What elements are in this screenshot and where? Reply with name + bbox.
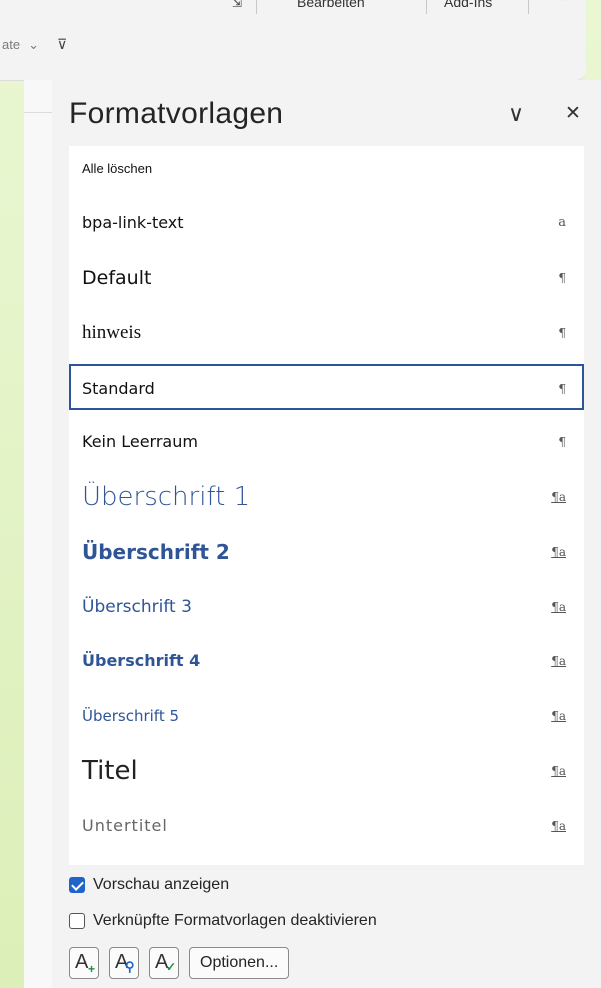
window-background xyxy=(0,0,24,988)
style-item-ueberschrift-5[interactable]: Überschrift 5 ¶a xyxy=(69,693,584,739)
tab-bearbeiten[interactable]: Bearbeiten xyxy=(297,0,365,10)
style-name: Überschrift 4 xyxy=(82,651,201,670)
style-name: Standard xyxy=(82,379,155,398)
style-item-ueberschrift-2[interactable]: Überschrift 2 ¶a xyxy=(69,529,584,575)
linked-styles-checkbox[interactable] xyxy=(69,913,85,929)
new-style-button[interactable]: A + xyxy=(69,947,99,979)
pane-footer-buttons: A + A ⚲ A ✓ Optionen... xyxy=(69,947,290,979)
style-name: Untertitel xyxy=(82,816,168,835)
style-name: Überschrift 5 xyxy=(82,707,180,725)
paragraph-style-icon: ¶ xyxy=(558,435,566,449)
tab-separator xyxy=(256,0,257,14)
style-item-ueberschrift-3[interactable]: Überschrift 3 ¶a xyxy=(69,584,584,630)
style-item-hinweis[interactable]: hinweis ¶ xyxy=(69,310,584,356)
plus-icon: + xyxy=(88,962,96,976)
style-item-bpa-link-text[interactable]: bpa-link-text a xyxy=(69,200,584,246)
ribbon: ⇲ Bearbeiten Add-Ins ⌃ ate ⌄ ⊽ xyxy=(0,0,586,81)
ribbon-tab-strip: ⇲ Bearbeiten Add-Ins ⌃ xyxy=(0,0,586,18)
style-item-standard[interactable]: Standard ¶ xyxy=(69,364,584,410)
paragraph-style-icon: ¶ xyxy=(558,271,566,285)
style-name: Kein Leerraum xyxy=(82,432,198,451)
linked-style-icon: ¶a xyxy=(551,764,566,778)
preview-checkbox-row[interactable]: Vorschau anzeigen xyxy=(69,876,229,894)
options-button[interactable]: Optionen... xyxy=(189,947,290,979)
style-item-untertitel[interactable]: Untertitel ¶a xyxy=(69,803,584,849)
new-style-icon: A xyxy=(75,951,89,973)
ruler-line xyxy=(24,112,52,113)
linked-style-icon: ¶a xyxy=(551,490,566,504)
style-name: bpa-link-text xyxy=(82,213,184,232)
style-item-ueberschrift-1[interactable]: Überschrift 1 ¶a xyxy=(69,474,584,520)
tab-separator xyxy=(528,0,529,14)
style-item-titel[interactable]: Titel ¶a xyxy=(69,748,584,794)
style-name: Default xyxy=(82,267,152,289)
preview-checkbox[interactable] xyxy=(69,877,85,893)
chevron-down-icon: ∨ xyxy=(507,101,525,126)
style-name: Alle löschen xyxy=(82,161,153,176)
tab-add-ins[interactable]: Add-Ins xyxy=(444,0,492,10)
styles-pane: Formatvorlagen ∨ ✕ Alle löschen bpa-link… xyxy=(52,80,601,988)
style-item-kein-leerraum[interactable]: Kein Leerraum ¶ xyxy=(69,419,584,465)
style-name: hinweis xyxy=(82,322,142,343)
style-name: Überschrift 2 xyxy=(82,540,230,564)
style-list: Alle löschen bpa-link-text a Default ¶ h… xyxy=(69,146,584,865)
linked-style-icon: ¶a xyxy=(551,545,566,559)
style-name: Überschrift 3 xyxy=(82,597,192,617)
dialog-launcher-icon[interactable]: ⇲ xyxy=(232,0,242,10)
close-pane-button[interactable]: ✕ xyxy=(559,100,587,128)
close-icon: ✕ xyxy=(565,103,581,124)
linked-styles-checkbox-row[interactable]: Verknüpfte Formatvorlagen deaktivieren xyxy=(69,912,377,930)
pane-title: Formatvorlagen xyxy=(69,97,284,130)
tab-separator xyxy=(426,0,427,14)
style-item-ueberschrift-4[interactable]: Überschrift 4 ¶a xyxy=(69,638,584,684)
linked-style-icon: ¶a xyxy=(551,654,566,668)
document-area xyxy=(24,80,53,988)
paragraph-style-icon: ¶ xyxy=(558,326,566,340)
chevron-down-icon[interactable]: ⌄ xyxy=(28,37,39,53)
character-style-icon: a xyxy=(558,215,566,230)
collapse-pane-button[interactable]: ∨ xyxy=(502,100,530,128)
magnifier-icon: ⚲ xyxy=(125,959,135,974)
linked-style-icon: ¶a xyxy=(551,709,566,723)
style-name: Titel xyxy=(82,756,138,786)
style-item-default[interactable]: Default ¶ xyxy=(69,255,584,301)
ribbon-group-label[interactable]: ate xyxy=(2,37,20,52)
ribbon-overflow-icon[interactable]: ⌃ xyxy=(558,0,570,11)
ribbon-row-2: ate ⌄ ⊽ xyxy=(2,36,67,53)
linked-style-icon: ¶a xyxy=(551,819,566,833)
customize-toolbar-icon[interactable]: ⊽ xyxy=(57,36,67,53)
checkmark-icon: ✓ xyxy=(166,960,177,974)
manage-styles-button[interactable]: A ✓ xyxy=(149,947,179,979)
style-inspector-button[interactable]: A ⚲ xyxy=(109,947,139,979)
style-name: Überschrift 1 xyxy=(82,482,251,512)
linked-styles-label: Verknüpfte Formatvorlagen deaktivieren xyxy=(93,912,377,929)
style-item-alle-loeschen[interactable]: Alle löschen xyxy=(69,146,584,192)
paragraph-style-icon: ¶ xyxy=(558,382,566,396)
preview-label: Vorschau anzeigen xyxy=(93,876,230,893)
linked-style-icon: ¶a xyxy=(551,600,566,614)
